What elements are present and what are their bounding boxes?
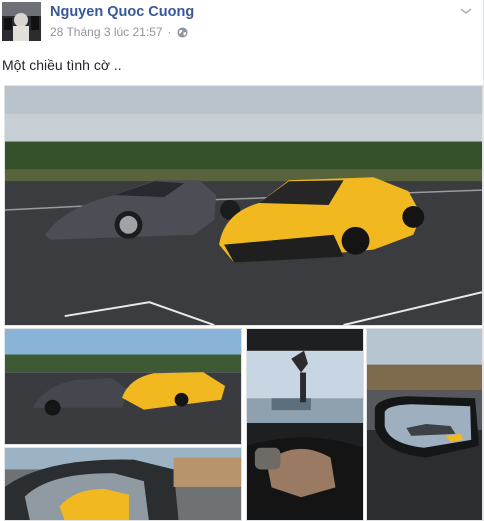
facebook-post: Nguyen Quoc Cuong 28 Tháng 3 lúc 21:57 ·… <box>0 0 484 521</box>
post-timestamp[interactable]: 28 Tháng 3 lúc 21:57 <box>50 25 163 39</box>
post-photo-mirror-yellow-car[interactable] <box>4 447 242 521</box>
post-meta: 28 Tháng 3 lúc 21:57 · <box>50 25 188 39</box>
post-photo-side-mirror[interactable] <box>366 328 483 521</box>
post-options-chevron-icon[interactable] <box>459 6 473 16</box>
author-avatar[interactable] <box>2 2 41 41</box>
globe-icon[interactable] <box>177 26 188 38</box>
author-name-link[interactable]: Nguyen Quoc Cuong <box>50 4 194 20</box>
post-photo-cars-side[interactable] <box>4 328 242 445</box>
meta-separator: · <box>167 25 172 39</box>
post-photo-main[interactable] <box>4 85 483 326</box>
post-photo-driver-view[interactable] <box>246 328 364 521</box>
post-text: Một chiều tình cờ .. <box>2 57 122 73</box>
